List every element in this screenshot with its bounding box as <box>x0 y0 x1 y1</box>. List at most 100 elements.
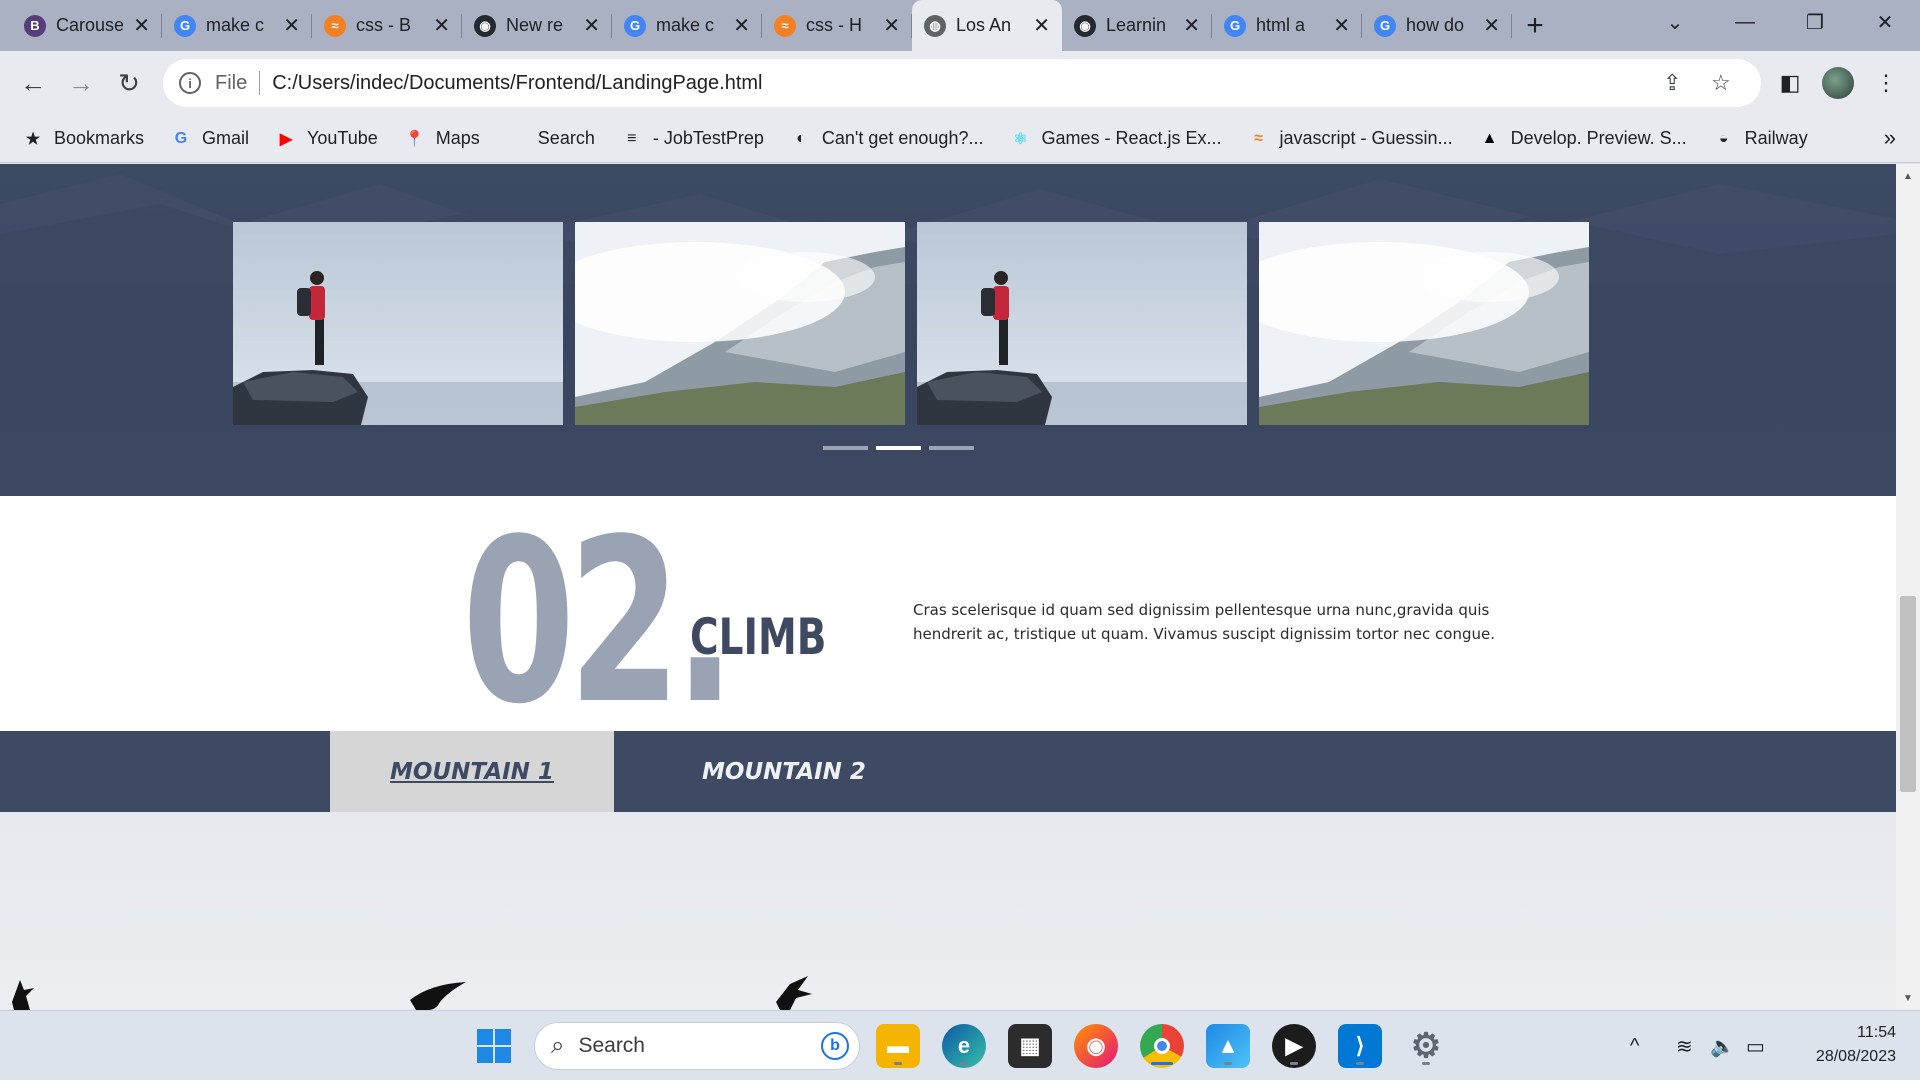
menu-icon[interactable]: ⋮ <box>1867 64 1905 102</box>
clock-date: 28/08/2023 <box>1815 1048 1896 1065</box>
page-viewport: 02. CLIMB Cras scelerisque id quam sed d… <box>0 164 1896 1010</box>
carousel-image-mountain[interactable] <box>575 222 905 425</box>
list-icon: ≡ <box>627 129 637 147</box>
browser-tab[interactable]: ≈ css - B ✕ <box>312 0 462 51</box>
taskbar-search[interactable]: ⌕ Search b <box>534 1022 860 1070</box>
edge-icon[interactable]: e <box>942 1024 986 1068</box>
forward-button[interactable]: → <box>62 64 100 102</box>
clock-time: 11:54 <box>1857 1024 1896 1041</box>
close-tab-icon[interactable]: ✕ <box>883 13 900 38</box>
close-tab-icon[interactable]: ✕ <box>733 13 750 38</box>
close-tab-icon[interactable]: ✕ <box>1483 13 1500 38</box>
bookmark-item[interactable]: ▲ Develop. Preview. S... <box>1479 128 1687 150</box>
carousel-image-hiker[interactable] <box>233 222 563 425</box>
browser-tab[interactable]: B Carousel ✕ <box>12 0 162 51</box>
maps-pin-icon: 📍 <box>404 130 425 148</box>
minimize-button[interactable]: — <box>1710 0 1780 44</box>
bookmark-item[interactable]: ⚛ Games - React.js Ex... <box>1009 128 1221 150</box>
bookmark-item[interactable]: ≡ - JobTestPrep <box>621 128 764 150</box>
file-explorer-icon[interactable]: ▬ <box>876 1024 920 1068</box>
tab-mountain-1[interactable]: MOUNTAIN 1 <box>330 731 614 812</box>
bookmark-label: Can't get enough?... <box>821 128 984 148</box>
close-window-button[interactable]: ✕ <box>1850 0 1920 44</box>
chrome-icon[interactable] <box>1140 1024 1184 1068</box>
scroll-down-icon[interactable]: ▼ <box>1896 988 1920 1008</box>
bookmark-label: YouTube <box>307 128 378 148</box>
scroll-up-icon[interactable]: ▲ <box>1896 166 1920 186</box>
tab-search-icon[interactable]: ⌄ <box>1640 0 1710 44</box>
browser-toolbar: ← → ↻ i File C:/Users/indec/Documents/Fr… <box>0 51 1920 115</box>
carousel-image-hiker[interactable] <box>917 222 1247 425</box>
url-text[interactable]: C:/Users/indec/Documents/Frontend/Landin… <box>272 72 762 95</box>
close-tab-icon[interactable]: ✕ <box>1183 13 1200 38</box>
firefox-icon[interactable]: ◉ <box>1074 1024 1118 1068</box>
vscode-icon[interactable]: ⟩ <box>1338 1024 1382 1068</box>
browser-tab[interactable]: ◍ Los An ✕ <box>912 0 1062 51</box>
carousel-image-mountain[interactable] <box>1259 222 1589 425</box>
media-player-icon[interactable]: ▶ <box>1272 1024 1316 1068</box>
profile-avatar[interactable] <box>1822 67 1854 99</box>
browser-tab[interactable]: ≈ css - H ✕ <box>762 0 912 51</box>
close-tab-icon[interactable]: ✕ <box>133 13 150 38</box>
close-tab-icon[interactable]: ✕ <box>433 13 450 38</box>
battery-icon[interactable]: ▭ <box>1746 1011 1765 1080</box>
vercel-icon: ▲ <box>1481 129 1498 147</box>
bookmark-item[interactable]: G Gmail <box>170 128 249 150</box>
windows-start-icon[interactable] <box>472 1024 516 1068</box>
tray-overflow-icon[interactable]: ^ <box>1630 1011 1639 1080</box>
new-tab-button[interactable]: + <box>1512 0 1558 51</box>
restore-button[interactable]: ❐ <box>1780 0 1850 44</box>
url-separator <box>259 71 261 95</box>
bookmark-label: Bookmarks <box>54 128 145 148</box>
site-info-icon[interactable]: i <box>179 72 201 94</box>
browser-tab[interactable]: Gmake c ✕ <box>612 0 762 51</box>
close-tab-icon[interactable]: ✕ <box>583 13 600 38</box>
back-button[interactable]: ← <box>14 64 52 102</box>
carousel-indicator[interactable] <box>876 446 921 450</box>
google-icon: G <box>624 14 646 37</box>
page-scrollbar[interactable]: ▲ ▼ <box>1896 164 1920 1010</box>
bookmark-item[interactable]: Search <box>506 128 595 150</box>
tab-title: make c <box>206 15 265 35</box>
share-icon[interactable]: ⇪ <box>1663 59 1681 107</box>
bookmark-star-icon[interactable]: ☆ <box>1711 59 1731 107</box>
system-clock[interactable]: 11:54 28/08/2023 <box>1816 1021 1896 1069</box>
bookmark-item[interactable]: ▶ YouTube <box>275 128 378 150</box>
close-tab-icon[interactable]: ✕ <box>1033 13 1050 38</box>
tab-title: make c <box>656 15 715 35</box>
bookmark-item[interactable]: 📍 Maps <box>404 128 480 150</box>
address-bar[interactable]: i File C:/Users/indec/Documents/Frontend… <box>163 59 1761 107</box>
browser-tab[interactable]: ◉ New re ✕ <box>462 0 612 51</box>
browser-tab[interactable]: Ghow do ✕ <box>1362 0 1512 51</box>
scrollbar-thumb[interactable] <box>1900 596 1916 792</box>
bookmark-item[interactable]: ◐ Can't get enough?... <box>790 128 984 150</box>
wifi-icon[interactable]: ≋ <box>1676 1011 1693 1080</box>
close-tab-icon[interactable]: ✕ <box>1333 13 1350 38</box>
side-panel-icon[interactable]: ◧ <box>1771 64 1809 102</box>
google-icon: G <box>1224 14 1246 37</box>
bookmarks-list: ★ Bookmarks G Gmail ▶ YouTube 📍 Maps Search ≡ - Jo… <box>22 128 1834 150</box>
carousel-indicator[interactable] <box>929 446 974 450</box>
browser-tab[interactable]: Ghtml a ✕ <box>1212 0 1362 51</box>
bookmark-item[interactable]: ≈ javascript - Guessin... <box>1248 128 1452 150</box>
tab-title: css - B <box>356 15 412 35</box>
carousel-indicator[interactable] <box>823 446 868 450</box>
tab-title: Carousel <box>56 15 124 35</box>
browser-tab[interactable]: ◉ Learnin ✕ <box>1062 0 1212 51</box>
reload-button[interactable]: ↻ <box>110 64 148 102</box>
more-bookmarks-icon[interactable]: » <box>1884 125 1896 151</box>
bing-icon[interactable]: b <box>821 1032 849 1060</box>
tab-mountain-2[interactable]: MOUNTAIN 2 <box>614 731 954 812</box>
stackoverflow-icon: ≈ <box>774 14 796 37</box>
close-tab-icon[interactable]: ✕ <box>283 13 300 38</box>
browser-tab[interactable]: Gmake c ✕ <box>162 0 312 51</box>
youtube-icon: ▶ <box>279 130 293 148</box>
store-icon[interactable]: ▦ <box>1008 1024 1052 1068</box>
photos-icon[interactable]: ▲ <box>1206 1024 1250 1068</box>
settings-icon[interactable]: ⚙ <box>1404 1024 1448 1068</box>
bookmark-item[interactable]: ◒ Railway <box>1713 128 1808 150</box>
bookmark-item[interactable]: ★ Bookmarks <box>22 128 144 150</box>
volume-icon[interactable]: 🔈 <box>1710 1011 1735 1080</box>
tab-title: Learnin <box>1106 15 1167 35</box>
tab-title: Los An <box>956 15 1012 35</box>
